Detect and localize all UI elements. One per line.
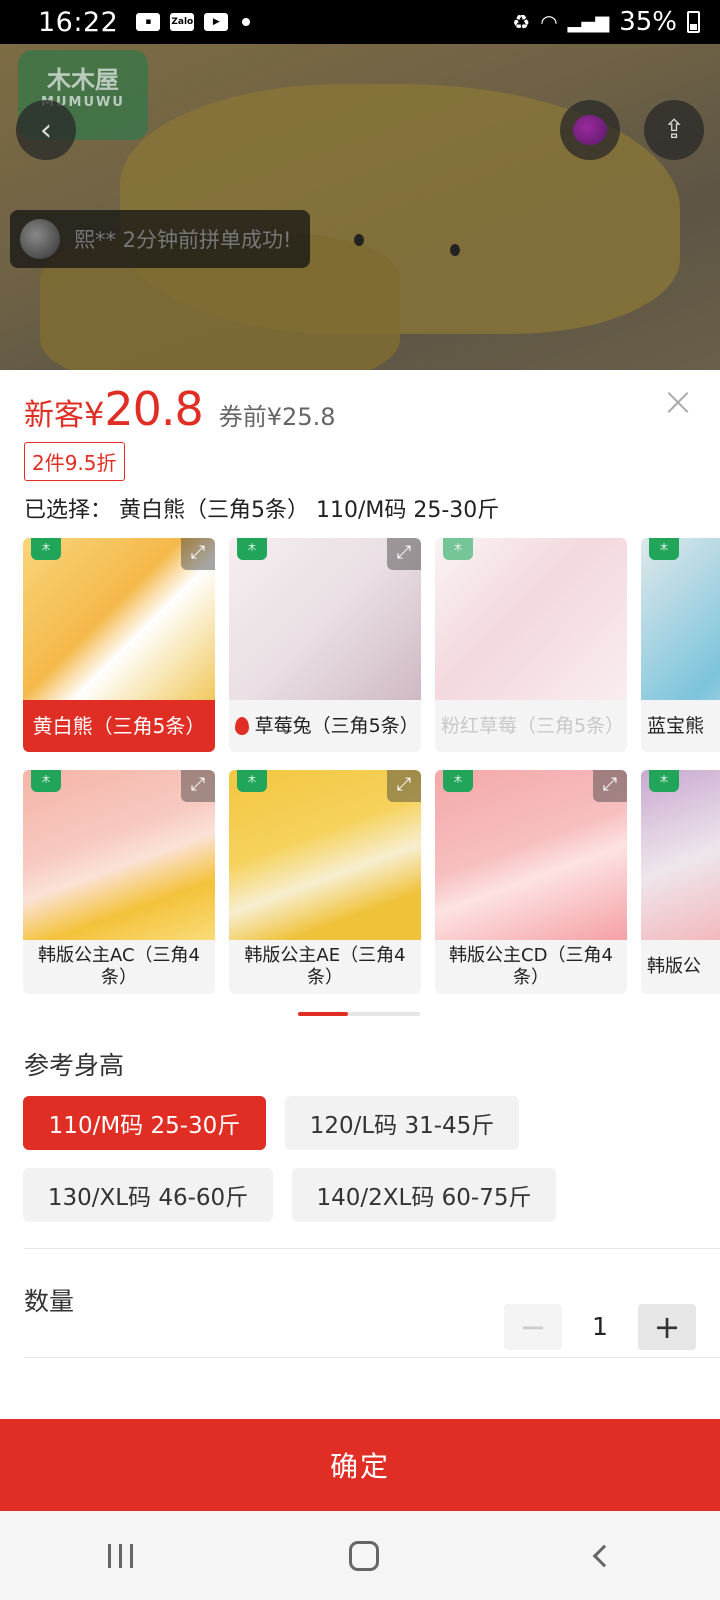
- signal-icon: ▂▄▆: [567, 11, 610, 33]
- price-row: 新客 ¥ 20.8 券前¥25.8: [24, 382, 336, 436]
- variant-thumbnail: 木 ⤢: [229, 538, 421, 700]
- variant-label: 草莓兔（三角5条）: [229, 700, 421, 752]
- wifi-icon: ◠: [540, 10, 558, 34]
- more-notifications-dot-icon: [242, 18, 251, 26]
- recents-button[interactable]: [108, 1543, 134, 1568]
- status-time: 16:22: [38, 6, 119, 38]
- user-avatar-button[interactable]: [560, 100, 620, 160]
- size-option[interactable]: 130/XL码 46-60斤: [23, 1168, 273, 1222]
- brand-badge-icon: 木: [443, 770, 473, 792]
- avatar: [20, 219, 60, 259]
- variant-option[interactable]: 木 ⤢ 黄白熊（三角5条）: [23, 538, 215, 752]
- brand-badge-icon: 木: [237, 770, 267, 792]
- close-icon: ×: [661, 379, 695, 425]
- expand-icon[interactable]: ⤢: [181, 538, 215, 570]
- recycle-icon: ♻: [512, 10, 531, 34]
- scroll-indicator-thumb: [298, 1012, 348, 1016]
- brand-badge-icon: 木: [649, 770, 679, 792]
- sku-selector-sheet: 新客 ¥ 20.8 券前¥25.8 × 2件9.5折 已选择： 黄白熊（三角5条…: [0, 370, 720, 1511]
- variant-thumbnail: 木 ⤢: [23, 770, 215, 940]
- expand-icon[interactable]: ⤢: [181, 770, 215, 802]
- battery-percent: 35%: [619, 7, 677, 37]
- confirm-button[interactable]: 确定: [0, 1419, 720, 1511]
- variant-option[interactable]: 木 ⤢ 韩版公主AC（三角4条）: [23, 770, 215, 994]
- size-option[interactable]: 120/L码 31-45斤: [285, 1096, 519, 1150]
- quantity-value[interactable]: 1: [562, 1304, 638, 1350]
- original-price: 券前¥25.8: [218, 403, 336, 431]
- expand-icon[interactable]: ⤢: [387, 538, 421, 570]
- variant-option[interactable]: 木 ⤢ 韩版公主CD（三角4条）: [435, 770, 627, 994]
- chevron-left-icon: ‹: [40, 112, 52, 148]
- divider: [24, 1248, 720, 1249]
- variant-option[interactable]: 木 粉红草莓（三角5条）: [435, 538, 627, 752]
- hot-icon: [235, 717, 249, 735]
- youtube-icon: ▶: [204, 13, 229, 31]
- group-buy-toast: 熙** 2分钟前拼单成功!: [10, 210, 310, 268]
- toast-text: 熙** 2分钟前拼单成功!: [74, 228, 292, 252]
- plus-icon: +: [653, 1308, 681, 1346]
- variant-scroll-indicator: [298, 1012, 420, 1016]
- brand-badge-icon: 木: [649, 538, 679, 560]
- quantity-label: 数量: [24, 1287, 75, 1316]
- variant-option[interactable]: 木 韩版公: [641, 770, 720, 994]
- variant-label: 黄白熊（三角5条）: [23, 700, 215, 752]
- height-section-title: 参考身高: [24, 1051, 125, 1080]
- variant-thumbnail: 木 ⤢: [23, 538, 215, 700]
- image-icon: ▪: [136, 13, 161, 31]
- variant-thumbnail: 木 ⤢: [435, 770, 627, 940]
- variant-thumbnail: 木: [435, 538, 627, 700]
- price-value: 20.8: [104, 382, 203, 436]
- variant-thumbnail: 木: [641, 770, 720, 940]
- product-image-banner: 木木屋 MUMUWU ‹ ⇪ 熙** 2分钟前拼单成功!: [0, 44, 720, 370]
- variant-thumbnail: 木 ⤢: [229, 770, 421, 940]
- bear-print: [350, 234, 480, 334]
- variant-label: 韩版公主AE（三角4条）: [244, 945, 406, 988]
- system-navigation-bar: [0, 1511, 720, 1600]
- selected-summary: 已选择： 黄白熊（三角5条） 110/M码 25-30斤: [24, 498, 500, 523]
- close-button[interactable]: ×: [658, 382, 698, 424]
- notification-icons: ▪ Zalo ▶: [136, 13, 251, 31]
- zalo-icon: Zalo: [170, 13, 195, 31]
- share-icon: ⇪: [663, 115, 685, 145]
- divider: [24, 1357, 720, 1358]
- size-option[interactable]: 110/M码 25-30斤: [23, 1096, 266, 1150]
- status-bar: 16:22 ▪ Zalo ▶ ♻ ◠ ▂▄▆ 35%: [0, 0, 720, 44]
- variant-label: 蓝宝熊: [647, 715, 705, 737]
- variant-thumbnail: 木: [641, 538, 720, 700]
- brand-badge-icon: 木: [237, 538, 267, 560]
- back-button[interactable]: ‹: [16, 100, 76, 160]
- increment-button[interactable]: +: [638, 1304, 696, 1350]
- share-button[interactable]: ⇪: [644, 100, 704, 160]
- variant-label: 粉红草莓（三角5条）: [441, 715, 625, 737]
- variant-label: 韩版公: [647, 956, 701, 977]
- avatar: [573, 115, 607, 145]
- variant-option[interactable]: 木 ⤢ 草莓兔（三角5条）: [229, 538, 421, 752]
- home-button[interactable]: [349, 1540, 380, 1571]
- expand-icon[interactable]: ⤢: [593, 770, 627, 802]
- variant-label: 韩版公主AC（三角4条）: [37, 945, 201, 988]
- currency-symbol: ¥: [84, 395, 105, 433]
- discount-tag: 2件9.5折: [24, 442, 125, 481]
- variant-label: 韩版公主CD（三角4条）: [449, 945, 613, 988]
- brand-badge-icon: 木: [31, 538, 61, 560]
- new-customer-label: 新客: [24, 398, 84, 433]
- decrement-button[interactable]: −: [504, 1304, 562, 1350]
- brand-badge-icon: 木: [443, 538, 473, 560]
- brand-badge-icon: 木: [31, 770, 61, 792]
- expand-icon[interactable]: ⤢: [387, 770, 421, 802]
- battery-icon: [687, 11, 700, 33]
- size-option[interactable]: 140/2XL码 60-75斤: [292, 1168, 556, 1222]
- variant-option[interactable]: 木 ⤢ 韩版公主AE（三角4条）: [229, 770, 421, 994]
- minus-icon: −: [519, 1308, 547, 1346]
- variant-option[interactable]: 木 蓝宝熊: [641, 538, 720, 752]
- variant-grid: 木 ⤢ 黄白熊（三角5条） 木 ⤢ 草莓兔（三角5条） 木 粉红草莓（三角5条）…: [0, 538, 720, 1008]
- back-nav-button[interactable]: [592, 1544, 616, 1567]
